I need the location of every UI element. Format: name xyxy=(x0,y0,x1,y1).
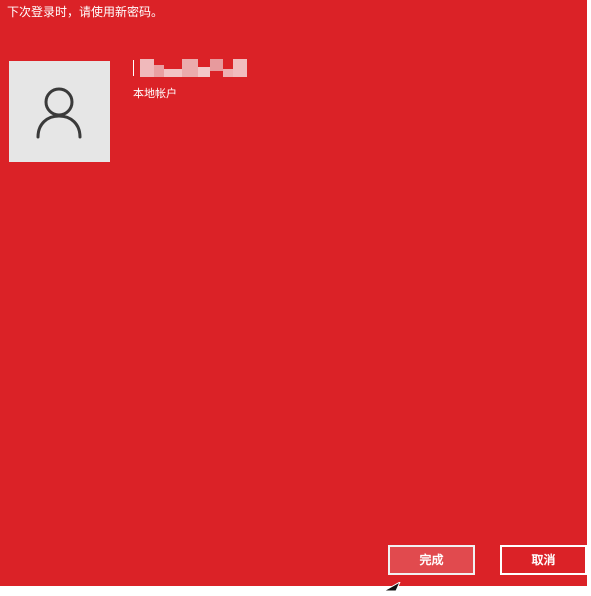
text-cursor xyxy=(133,60,134,76)
username-redacted xyxy=(133,59,248,79)
mouse-pointer-icon xyxy=(382,577,404,596)
instruction-text: 下次登录时，请使用新密码。 xyxy=(7,5,164,19)
account-type-label: 本地帐户 xyxy=(133,87,177,100)
finish-button[interactable]: 完成 xyxy=(388,545,475,575)
change-password-dialog: 下次登录时，请使用新密码。 本地帐户 完成 取消 xyxy=(0,0,589,592)
user-icon xyxy=(36,87,82,139)
cancel-button[interactable]: 取消 xyxy=(500,545,587,575)
user-avatar xyxy=(9,61,110,162)
